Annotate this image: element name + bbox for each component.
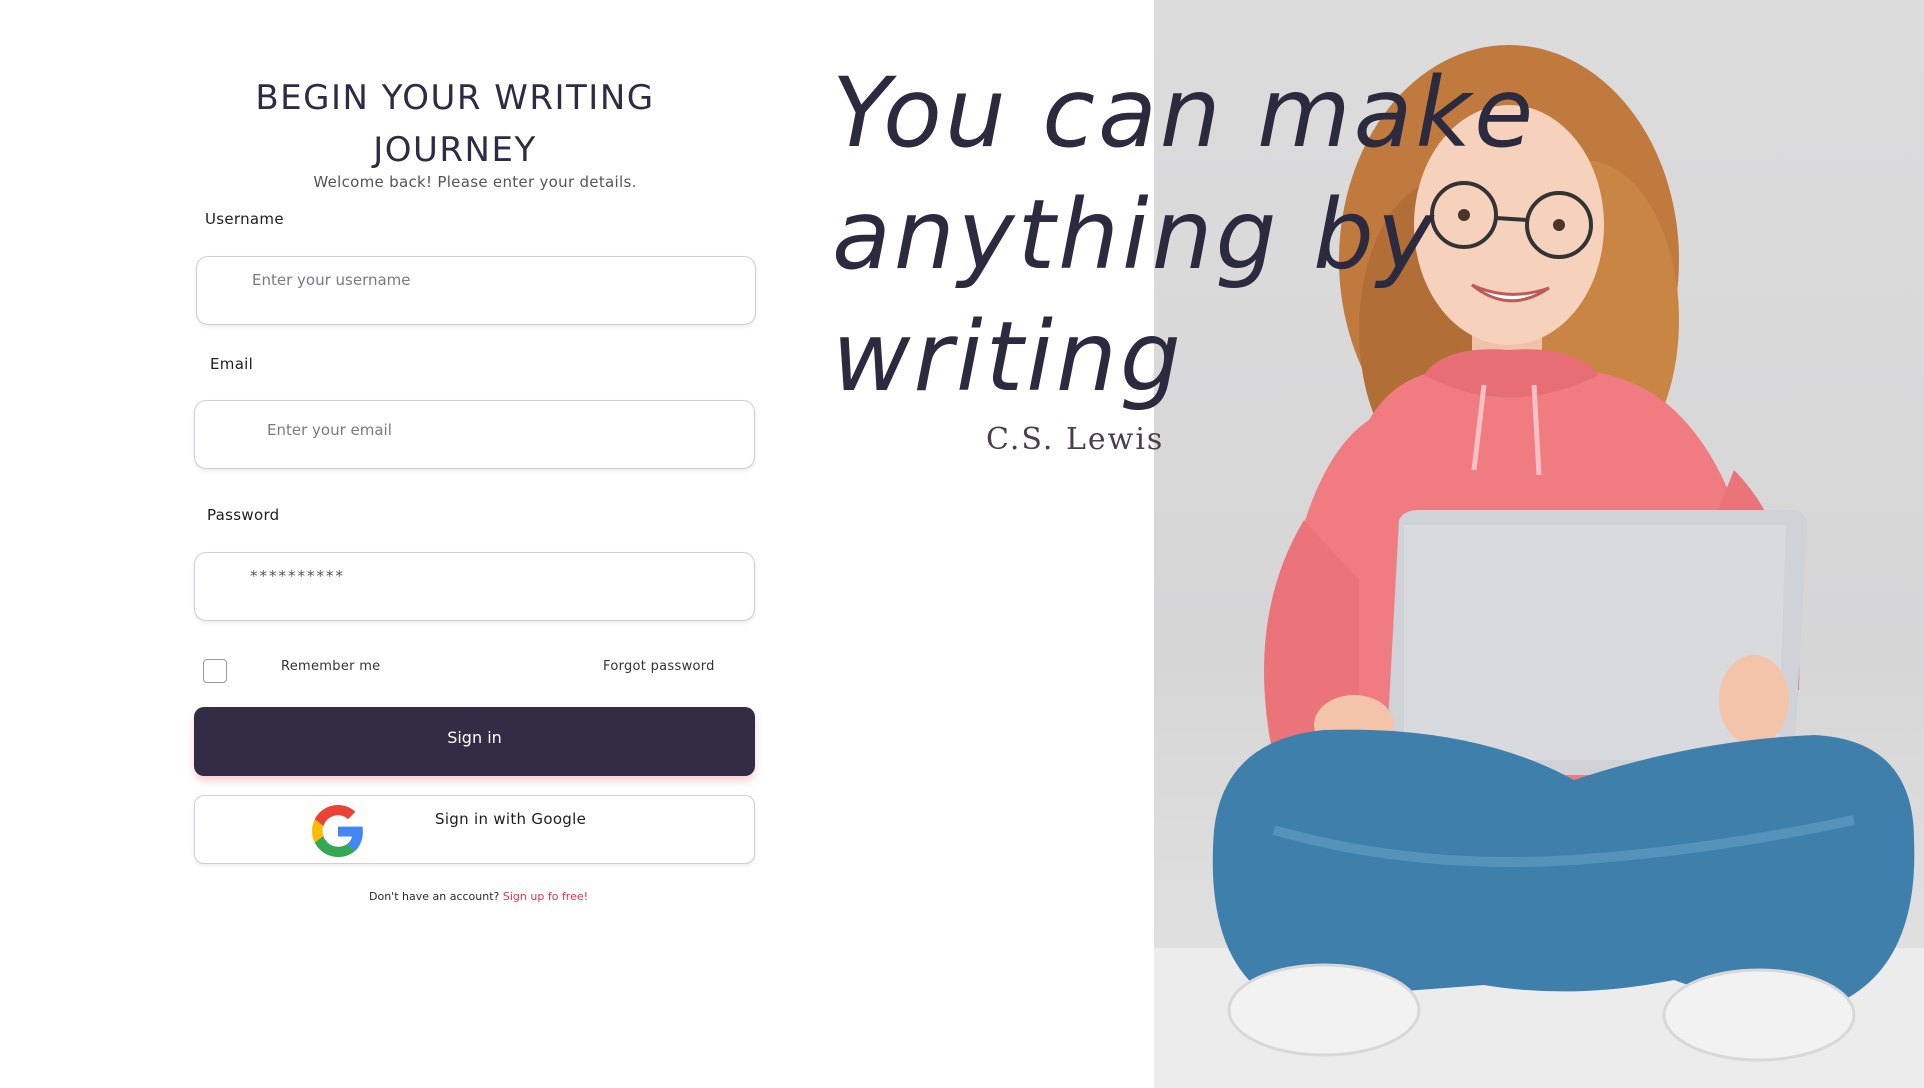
signup-prompt: Don't have an account?	[369, 890, 500, 903]
username-input[interactable]	[196, 256, 756, 325]
google-sign-in-label: Sign in with Google	[435, 810, 587, 828]
google-logo-icon	[312, 805, 363, 857]
username-label: Username	[205, 210, 284, 228]
email-label: Email	[210, 355, 254, 373]
form-title: BEGIN YOUR WRITING JOURNEY	[255, 78, 655, 170]
password-label: Password	[207, 506, 280, 524]
password-input[interactable]	[194, 552, 755, 621]
email-input[interactable]	[194, 400, 755, 469]
remember-me-checkbox[interactable]	[203, 659, 227, 683]
forgot-password-link[interactable]: Forgot password	[603, 659, 715, 674]
quote-text: You can make anything by writing	[832, 57, 1537, 413]
form-subtitle: Welcome back! Please enter your details.	[313, 173, 637, 191]
signup-link[interactable]: Sign up fo free!	[503, 890, 588, 903]
remember-me-label[interactable]: Remember me	[281, 659, 380, 674]
sign-in-button[interactable]: Sign in	[194, 707, 755, 776]
google-sign-in-button[interactable]: Sign in with Google	[194, 795, 755, 864]
quote-author: C.S. Lewis	[986, 422, 1165, 457]
signup-line: Don't have an account? Sign up fo free!	[369, 890, 588, 903]
